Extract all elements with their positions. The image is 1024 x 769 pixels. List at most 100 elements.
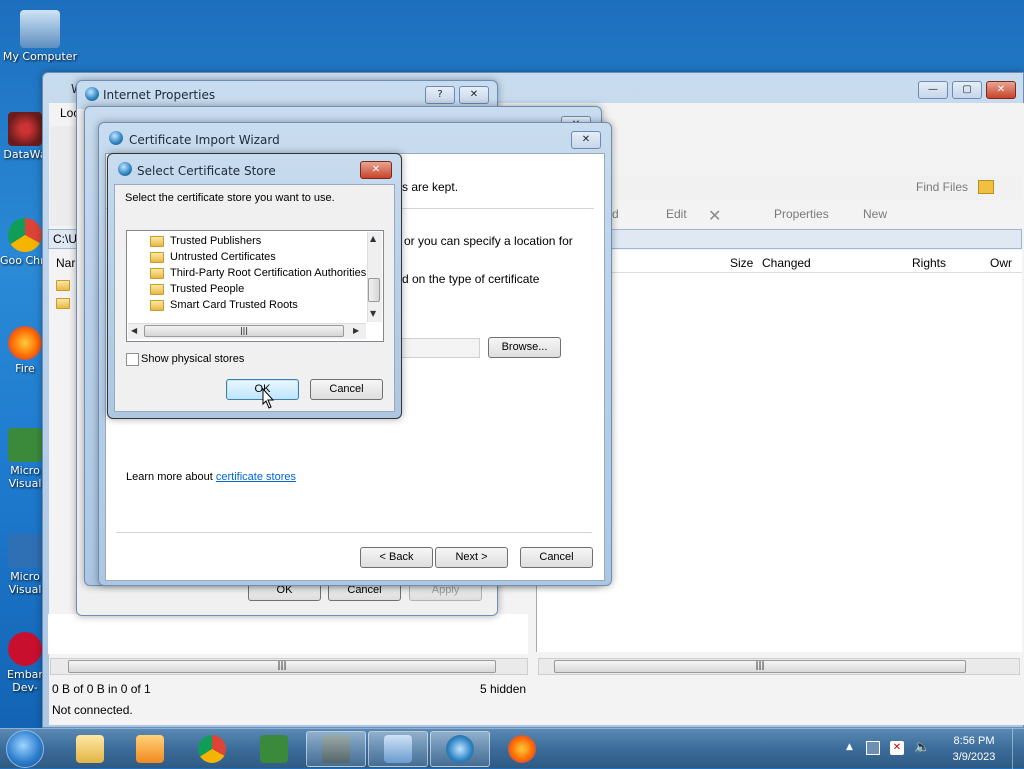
right-header-row [612, 252, 1022, 273]
close-button[interactable]: ✕ [986, 81, 1016, 99]
taskbar-certificates[interactable] [430, 731, 490, 767]
wizard-title: Certificate Import Wizard [129, 133, 280, 147]
start-button[interactable] [6, 730, 44, 768]
store-item-label: Trusted People [170, 283, 245, 295]
find-files-button[interactable]: Find Files [916, 180, 968, 194]
clock-time: 8:56 PM [953, 735, 995, 747]
minimize-button[interactable]: — [918, 81, 948, 99]
wizard-text-kept: s are kept. [402, 180, 459, 194]
taskbar-firefox[interactable] [492, 731, 552, 767]
folder-icon [150, 251, 164, 263]
edit-button[interactable]: Edit [666, 207, 687, 221]
taskbar: ▲ ✕ 🔈 8:56 PM 3/9/2023 [0, 728, 1024, 769]
store-item[interactable]: Trusted People [150, 282, 368, 298]
store-item-label: Trusted Publishers [170, 235, 262, 247]
firefox-icon [508, 735, 536, 763]
computer-icon [20, 10, 60, 48]
store-item[interactable]: Smart Card Trusted Roots [150, 298, 368, 314]
certificate-icon [118, 162, 132, 176]
clock[interactable]: 8:56 PM 3/9/2023 [944, 733, 1004, 765]
column-rights[interactable]: Rights [912, 256, 946, 270]
learn-more-label: Learn more about [126, 471, 216, 483]
toolbar-d-label: d [612, 207, 619, 221]
tree-hscroll-thumb[interactable]: ||| [144, 325, 344, 337]
wizard-text-specify: or you can specify a location for [404, 234, 573, 248]
status-connection: Not connected. [52, 703, 133, 717]
new-button[interactable]: New [863, 207, 887, 221]
cancel-button[interactable]: Cancel [520, 547, 593, 568]
store-item-label: Untrusted Certificates [170, 251, 276, 263]
cancel-button[interactable]: Cancel [310, 379, 383, 400]
chrome-icon [198, 735, 226, 763]
close-button[interactable]: ✕ [360, 161, 392, 179]
store-item[interactable]: Untrusted Certificates [150, 250, 368, 266]
scroll-right-arrow-icon[interactable]: ▶ [353, 326, 359, 335]
scroll-up-arrow-icon[interactable]: ▲ [370, 234, 376, 243]
desktop-icon-my-computer[interactable]: My Computer [0, 10, 80, 63]
close-button[interactable]: ✕ [459, 86, 489, 104]
tree-scroll-thumb[interactable] [368, 278, 380, 302]
select-store-title: Select Certificate Store [137, 164, 276, 178]
clock-date: 3/9/2023 [952, 751, 996, 763]
maximize-button[interactable]: ▢ [952, 81, 982, 99]
desktop-icon-label: My Computer [2, 50, 78, 63]
action-center-icon[interactable]: ✕ [890, 741, 904, 755]
column-owner[interactable]: Owr [990, 256, 1012, 270]
right-pathbar [610, 229, 1022, 249]
folder-icon [150, 267, 164, 279]
certificate-icon [109, 131, 123, 145]
store-path-field[interactable] [400, 338, 480, 358]
csharp-icon [260, 735, 288, 763]
help-button[interactable]: ? [425, 86, 455, 104]
close-button[interactable]: ✕ [571, 131, 601, 149]
show-desktop-button[interactable] [1012, 729, 1024, 769]
browse-button[interactable]: Browse... [488, 337, 561, 358]
certificate-icon [446, 735, 474, 763]
store-item[interactable]: Trusted Publishers [150, 234, 368, 250]
mouse-cursor-icon [262, 388, 275, 409]
search-folder-icon[interactable] [978, 180, 994, 194]
folder-icon [150, 235, 164, 247]
taskbar-explorer[interactable] [60, 731, 120, 767]
taskbar-control-panel[interactable] [368, 731, 428, 767]
back-button[interactable]: < Back [360, 547, 433, 568]
taskbar-media-player[interactable] [120, 731, 180, 767]
csharp-icon [8, 428, 42, 462]
certificate-stores-link[interactable]: certificate stores [216, 471, 296, 483]
delete-icon[interactable]: ✕ [708, 206, 721, 225]
network-icon[interactable] [866, 741, 880, 755]
control-panel-icon [384, 735, 412, 763]
folder-icon [76, 735, 104, 763]
learn-more-text: Learn more about certificate stores [126, 471, 296, 483]
properties-button[interactable]: Properties [774, 207, 829, 221]
next-button[interactable]: Next > [435, 547, 508, 568]
select-store-instruction: Select the certificate store you want to… [125, 192, 335, 204]
taskbar-chrome[interactable] [182, 731, 242, 767]
show-physical-checkbox[interactable] [126, 353, 139, 366]
name-header[interactable]: Nar [56, 256, 75, 270]
store-list: Trusted Publishers Untrusted Certificate… [150, 234, 368, 318]
embarcadero-icon [8, 632, 42, 666]
taskbar-app-lock[interactable] [306, 731, 366, 767]
tray-expand-icon[interactable]: ▲ [846, 742, 853, 752]
lock-icon [322, 735, 350, 763]
right-scroll-thumb[interactable]: ||| [554, 660, 966, 673]
show-physical-label[interactable]: Show physical stores [141, 353, 244, 365]
scroll-down-arrow-icon[interactable]: ▼ [370, 309, 376, 318]
folder-icon [150, 283, 164, 295]
store-item[interactable]: Third-Party Root Certification Authoriti… [150, 266, 368, 282]
scroll-left-arrow-icon[interactable]: ◀ [131, 326, 137, 335]
wizard-bottom-divider [116, 532, 592, 533]
left-scroll-thumb[interactable]: ||| [68, 660, 496, 673]
folder-icon [56, 278, 76, 292]
store-item-label: Smart Card Trusted Roots [170, 299, 298, 311]
taskbar-csharp[interactable] [244, 731, 304, 767]
volume-icon[interactable]: 🔈 [914, 740, 930, 755]
chrome-icon [8, 218, 42, 252]
column-size[interactable]: Size [730, 256, 753, 270]
datawa-icon [8, 112, 42, 146]
column-changed[interactable]: Changed [762, 256, 811, 270]
status-selection: 0 B of 0 B in 0 of 1 [52, 682, 151, 696]
internet-properties-title: Internet Properties [103, 88, 216, 102]
left-file-panel [48, 614, 528, 654]
